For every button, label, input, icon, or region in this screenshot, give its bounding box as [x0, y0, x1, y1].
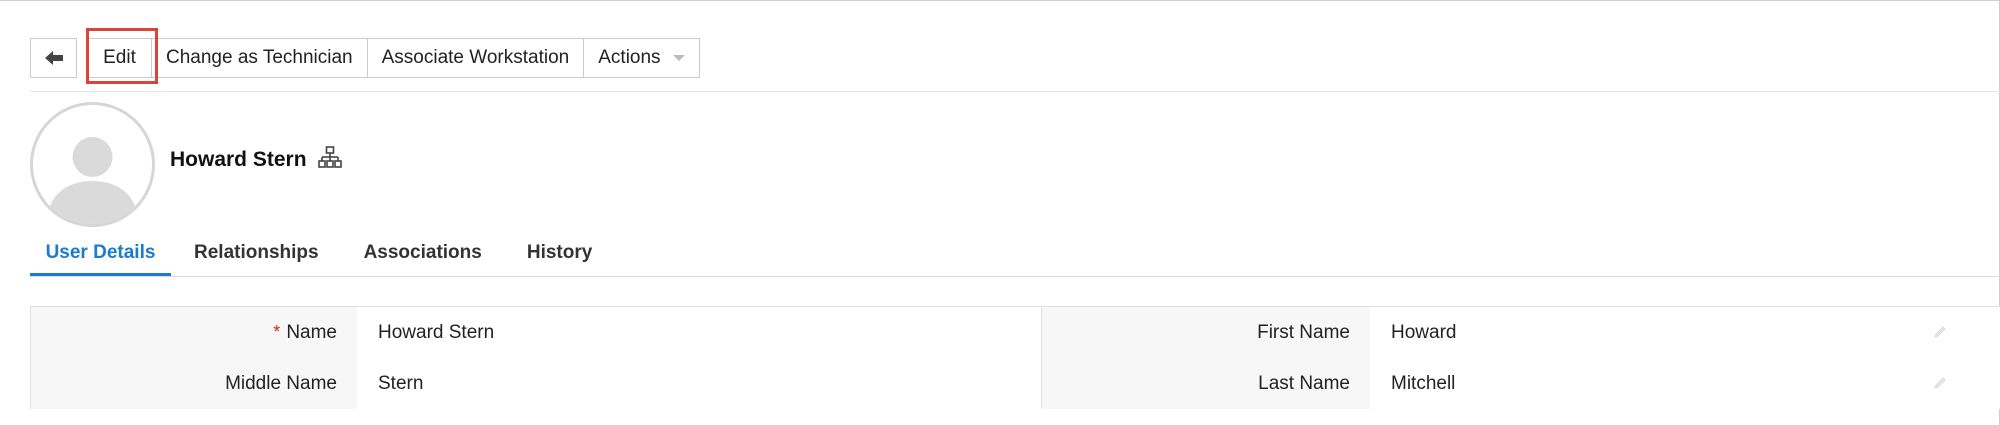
middle-name-label: Middle Name	[30, 358, 357, 409]
tab-relationships[interactable]: Relationships	[174, 236, 339, 276]
toolbar: Edit Change as Technician Associate Work…	[30, 38, 700, 78]
associate-workstation-button[interactable]: Associate Workstation	[367, 38, 585, 78]
window-top-border	[0, 0, 2000, 1]
first-name-field[interactable]: Howard	[1370, 307, 2000, 358]
tab-user-details[interactable]: User Details	[30, 236, 171, 276]
details-row: Middle Name Stern Last Name Mitchell	[30, 358, 2000, 409]
pencil-icon[interactable]	[1933, 376, 1947, 390]
back-button[interactable]	[30, 38, 77, 78]
tabs-underline	[30, 276, 2000, 277]
actions-dropdown[interactable]: Actions	[584, 38, 700, 78]
user-avatar-icon	[30, 102, 155, 227]
toolbar-button-group: Edit Change as Technician Associate Work…	[87, 38, 700, 78]
first-name-value: Howard	[1391, 321, 1457, 343]
last-name-field[interactable]: Mitchell	[1370, 358, 2000, 409]
user-details-table: * Name Howard Stern First Name Howard Mi…	[30, 306, 2000, 409]
field-label-name: * Name	[30, 307, 357, 358]
tab-history[interactable]: History	[507, 236, 612, 276]
change-as-technician-button[interactable]: Change as Technician	[152, 38, 368, 78]
middle-name-field[interactable]: Stern	[357, 358, 1307, 409]
pencil-icon[interactable]	[1933, 325, 1947, 339]
user-name: Howard Stern	[170, 148, 307, 171]
middle-name-value: Stern	[378, 372, 424, 394]
required-indicator: *	[273, 322, 281, 342]
details-row: * Name Howard Stern First Name Howard	[30, 307, 2000, 359]
name-field[interactable]: Howard Stern	[357, 307, 1307, 358]
back-arrow-icon	[44, 51, 63, 65]
first-name-label: First Name	[1042, 307, 1370, 358]
name-label: Name	[286, 321, 337, 343]
edit-button[interactable]: Edit	[87, 38, 152, 78]
actions-label: Actions	[598, 47, 661, 68]
tab-associations[interactable]: Associations	[344, 236, 502, 276]
last-name-value: Mitchell	[1391, 372, 1456, 394]
chevron-down-icon	[672, 55, 685, 61]
org-chart-icon[interactable]	[318, 146, 342, 170]
tab-bar: User Details Relationships Associations …	[30, 236, 612, 276]
name-value: Howard Stern	[378, 321, 495, 343]
last-name-label: Last Name	[1042, 358, 1370, 409]
toolbar-divider	[30, 91, 2000, 92]
